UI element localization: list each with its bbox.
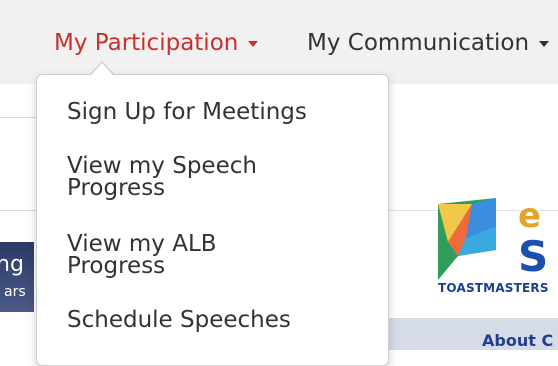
- nav-my-participation[interactable]: My Participation: [54, 30, 259, 56]
- menu-item-label: Progress: [67, 253, 166, 279]
- nav-my-communication-label: My Communication: [307, 30, 530, 56]
- banner-text-fragment: ng: [0, 252, 24, 277]
- menu-item-view-speech-progress[interactable]: View my Speech Progress: [67, 155, 257, 201]
- menu-item-label: Progress: [67, 175, 166, 201]
- menu-item-sign-up-meetings[interactable]: Sign Up for Meetings: [67, 99, 307, 125]
- menu-item-view-alb-progress[interactable]: View my ALB Progress: [67, 233, 217, 279]
- banner-fragment: ng ars: [0, 242, 34, 312]
- participation-dropdown-menu: Sign Up for Meetings View my Speech Prog…: [36, 74, 389, 366]
- logo-letter: e: [518, 196, 542, 236]
- logo-caption: TOASTMASTERS: [438, 281, 549, 295]
- divider: [0, 117, 36, 118]
- nav-my-communication[interactable]: My Communication: [307, 30, 550, 56]
- logo-letter: S: [518, 232, 549, 281]
- menu-item-schedule-speeches[interactable]: Schedule Speeches: [67, 307, 291, 333]
- caret-down-icon: [539, 41, 550, 47]
- menu-item-label: Schedule Speeches: [67, 307, 291, 333]
- divider: [0, 210, 36, 211]
- nav-my-participation-label: My Participation: [54, 30, 239, 56]
- top-navbar: My Participation My Communication: [0, 0, 558, 85]
- dropdown-pointer: [91, 63, 113, 75]
- caret-down-icon: [248, 41, 259, 47]
- menu-item-label: Sign Up for Meetings: [67, 99, 307, 125]
- banner-text-fragment: ars: [4, 284, 26, 300]
- about-link[interactable]: About C: [482, 331, 553, 350]
